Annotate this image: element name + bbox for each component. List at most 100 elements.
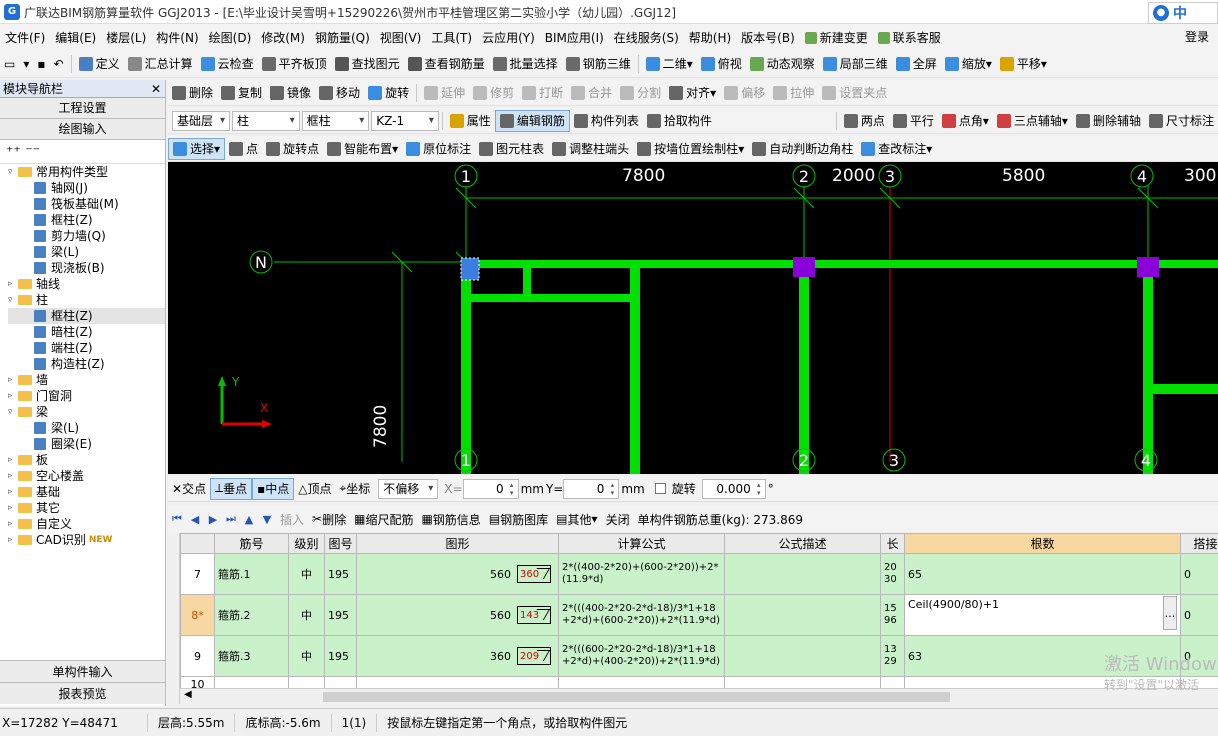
- cell-lap[interactable]: 0: [1180, 553, 1218, 595]
- ellipsis-button[interactable]: …: [1163, 596, 1177, 630]
- column-2n[interactable]: [793, 257, 815, 277]
- rotate-button[interactable]: 旋转: [364, 82, 413, 104]
- open-file-icon[interactable]: ▾: [19, 53, 33, 75]
- tree-folder[interactable]: ▹ 板: [8, 452, 165, 468]
- tree-item[interactable]: 框柱(Z): [8, 308, 165, 324]
- point-angle-button[interactable]: 点角 ▾: [938, 110, 993, 132]
- menu-version[interactable]: 版本号(B): [736, 29, 800, 46]
- offset-button[interactable]: 偏移: [720, 82, 769, 104]
- tree-folder[interactable]: ▿ 柱: [8, 292, 165, 308]
- chevron-right-icon[interactable]: ▹: [8, 388, 18, 404]
- component-select[interactable]: KZ-1: [371, 110, 439, 131]
- auto-corner-column-button[interactable]: 自动判断边角柱: [748, 138, 857, 160]
- chevron-right-icon[interactable]: ▹: [8, 276, 18, 292]
- count-editor-value[interactable]: Ceil(4900/80)+1: [908, 598, 999, 611]
- chevron-right-icon[interactable]: ▹: [8, 532, 18, 548]
- cloud-check-button[interactable]: 云检查: [197, 53, 258, 75]
- cell-length[interactable]: 1596: [880, 594, 905, 636]
- scroll-left-icon[interactable]: ◀: [184, 689, 192, 700]
- col-header-length[interactable]: 长: [880, 533, 905, 554]
- y-offset-input[interactable]: 0: [563, 478, 620, 499]
- rotate-angle-input[interactable]: 0.000: [701, 478, 766, 499]
- tree-folder[interactable]: ▹ 基础: [8, 484, 165, 500]
- cell-bar-name[interactable]: 箍筋.1: [214, 553, 289, 595]
- table-row[interactable]: 9 箍筋.3 中 195 360 209 2*(((600-2*20-2*d-18…: [180, 635, 1218, 677]
- cell-length[interactable]: 2030: [880, 553, 905, 595]
- save-icon[interactable]: ▪: [33, 53, 49, 75]
- offset-mode-select[interactable]: 不偏移: [378, 478, 439, 499]
- cell-length[interactable]: 1329: [880, 635, 905, 677]
- ime-indicator[interactable]: ● 中: [1148, 2, 1218, 24]
- chevron-down-icon[interactable]: ▿: [8, 292, 18, 308]
- menu-online[interactable]: 在线服务(S): [609, 29, 684, 46]
- type-select[interactable]: 框柱: [301, 110, 370, 131]
- zoom-button[interactable]: 缩放 ▾: [941, 53, 996, 75]
- chevron-right-icon[interactable]: ▹: [8, 484, 18, 500]
- tree-item[interactable]: 构造柱(Z): [8, 356, 165, 372]
- project-settings-button[interactable]: 工程设置: [0, 98, 165, 119]
- category-select[interactable]: 柱: [232, 110, 300, 131]
- menu-edit[interactable]: 编辑(E): [50, 29, 101, 46]
- contact-support-menu[interactable]: 联系客服: [873, 29, 946, 46]
- first-record-icon[interactable]: ⏮: [168, 512, 186, 526]
- coordinate-snap-button[interactable]: ⌖ 坐标: [336, 478, 375, 500]
- insert-row-button[interactable]: 插入: [276, 511, 308, 528]
- rebar-library-button[interactable]: ▤ 钢筋图库: [485, 511, 552, 528]
- tree-folder[interactable]: ▿ 梁: [8, 404, 165, 420]
- check-annotation-button[interactable]: 查改标注 ▾: [857, 138, 936, 160]
- tree-item[interactable]: 梁(L): [8, 420, 165, 436]
- report-preview-button[interactable]: 报表预览: [0, 682, 165, 704]
- intersection-snap-button[interactable]: ✕ 交点: [168, 478, 210, 500]
- chevron-right-icon[interactable]: ▹: [8, 516, 18, 532]
- tree-folder[interactable]: ▹ CAD识别 NEW: [8, 532, 165, 548]
- scroll-thumb[interactable]: [323, 692, 950, 702]
- summary-calc-button[interactable]: 汇总计算: [124, 53, 197, 75]
- rebar-3d-button[interactable]: 钢筋三维: [562, 53, 635, 75]
- select-button[interactable]: 选择 ▾: [168, 137, 226, 160]
- cell-lap[interactable]: 0: [1180, 594, 1218, 636]
- cell-description[interactable]: [724, 553, 881, 595]
- cell-bar-name[interactable]: [214, 676, 289, 688]
- component-list-button[interactable]: 构件列表: [570, 110, 643, 132]
- cell-description[interactable]: [724, 635, 881, 677]
- cell-figure-no[interactable]: 195: [324, 635, 357, 677]
- close-icon[interactable]: ✕: [151, 80, 161, 98]
- delete-axis-button[interactable]: 删除辅轴: [1072, 110, 1145, 132]
- chevron-right-icon[interactable]: ▹: [8, 500, 18, 516]
- chevron-right-icon[interactable]: ▹: [8, 468, 18, 484]
- mirror-button[interactable]: 镜像: [266, 82, 315, 104]
- merge-button[interactable]: 合并: [567, 82, 616, 104]
- col-header-formula[interactable]: 计算公式: [558, 533, 725, 554]
- move-up-icon[interactable]: ▲: [240, 513, 258, 526]
- edit-rebar-button[interactable]: 编辑钢筋: [494, 109, 570, 132]
- menu-view[interactable]: 视图(V): [375, 29, 427, 46]
- chevron-right-icon[interactable]: ▹: [8, 452, 18, 468]
- cell-description[interactable]: [724, 676, 881, 688]
- cell-shape[interactable]: [356, 676, 559, 688]
- define-button[interactable]: 定义: [75, 53, 124, 75]
- undo-icon[interactable]: ↶: [50, 53, 68, 75]
- table-row[interactable]: 7 箍筋.1 中 195 560 360 2*((400-2*20)+(600-2…: [180, 553, 1218, 595]
- col-header-lap[interactable]: 搭接: [1180, 533, 1218, 554]
- tree-item[interactable]: 暗柱(Z): [8, 324, 165, 340]
- drawing-input-button[interactable]: 绘图输入: [0, 119, 165, 140]
- table-row-empty[interactable]: 10: [180, 676, 1218, 688]
- cell-grade[interactable]: 中: [288, 594, 325, 636]
- tree-folder[interactable]: ▹ 轴线: [8, 276, 165, 292]
- cell-grade[interactable]: 中: [288, 635, 325, 677]
- cell-count-editing[interactable]: … Ceil(4900/80)+1: [904, 594, 1181, 636]
- dynamic-view-button[interactable]: 动态观察: [746, 53, 819, 75]
- cell-bar-name[interactable]: 箍筋.3: [214, 635, 289, 677]
- tree-item[interactable]: 现浇板(B): [8, 260, 165, 276]
- x-offset-input[interactable]: 0: [462, 478, 519, 499]
- cell-length[interactable]: [880, 676, 905, 688]
- cell-formula[interactable]: 2*(((400-2*20-2*d-18)/3*1+18+2*d)+(600-2…: [558, 594, 725, 636]
- cell-shape[interactable]: 560 143: [356, 594, 559, 636]
- draw-by-wall-button[interactable]: 按墙位置绘制柱 ▾: [633, 138, 748, 160]
- cell-grade[interactable]: 中: [288, 553, 325, 595]
- copy-button[interactable]: 复制: [217, 82, 266, 104]
- cell-grade[interactable]: [288, 676, 325, 688]
- chevron-down-icon[interactable]: ▿: [8, 164, 18, 180]
- stretch-button[interactable]: 拉伸: [769, 82, 818, 104]
- view-rebar-quantity-button[interactable]: 查看钢筋量: [404, 53, 489, 75]
